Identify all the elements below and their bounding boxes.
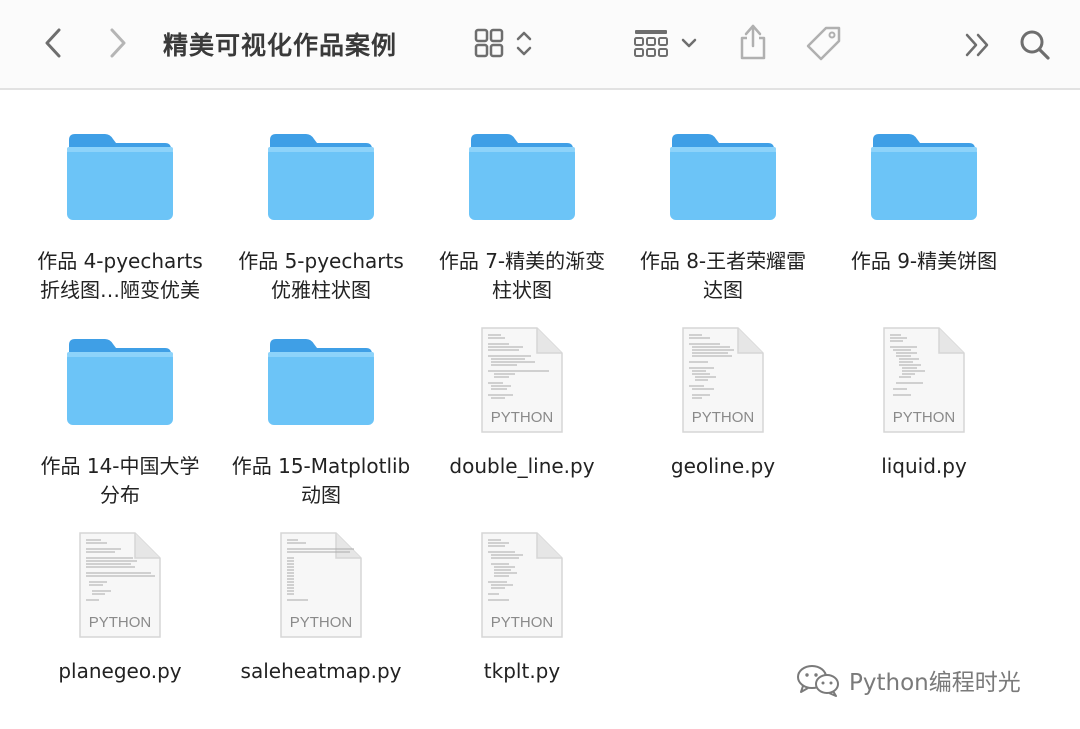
view-mode-button[interactable] xyxy=(472,26,538,62)
folder-item[interactable]: 作品 14-中国大学 分布 xyxy=(25,297,215,507)
window-title: 精美可视化作品案例 xyxy=(163,31,398,60)
forward-button[interactable] xyxy=(103,26,133,60)
item-label: 作品 9-精美饼图 xyxy=(850,249,998,273)
folder-icon xyxy=(268,134,374,220)
grid-view-icon xyxy=(474,28,532,58)
folder-item[interactable]: 作品 15-Matplotlib 动图 xyxy=(226,297,416,507)
folder-item[interactable]: 作品 9-精美饼图 xyxy=(829,92,1019,292)
folder-icon xyxy=(871,134,977,220)
finder-window: 精美可视化作品案例 作品 4-pyecharts 折线图…陋变优美 作品 5-p… xyxy=(0,0,1080,729)
python-file-icon: PYTHON xyxy=(479,530,565,640)
share-button[interactable] xyxy=(734,22,772,62)
item-label: saleheatmap.py xyxy=(240,659,402,683)
folder-icon xyxy=(268,339,374,425)
double-chevron-icon xyxy=(965,33,989,57)
back-button[interactable] xyxy=(38,26,68,60)
watermark-text: Python编程时光 xyxy=(849,670,1021,696)
item-label: double_line.py xyxy=(449,454,595,478)
toolbar: 精美可视化作品案例 xyxy=(0,0,1080,90)
python-badge: PYTHON xyxy=(892,409,956,426)
item-label: liquid.py xyxy=(881,454,967,478)
search-icon xyxy=(1020,30,1050,60)
python-badge: PYTHON xyxy=(490,409,554,426)
python-badge: PYTHON xyxy=(289,614,353,631)
folder-icon xyxy=(670,134,776,220)
chevron-right-icon xyxy=(110,28,126,58)
python-file-icon: PYTHON xyxy=(77,530,163,640)
group-by-button[interactable] xyxy=(632,26,702,62)
folder-icon xyxy=(67,134,173,220)
chevron-left-icon xyxy=(45,28,61,58)
python-badge: PYTHON xyxy=(691,409,755,426)
item-label: geoline.py xyxy=(670,454,776,478)
more-toolbar-button[interactable] xyxy=(962,30,994,60)
folder-icon xyxy=(469,134,575,220)
python-file-item[interactable]: PYTHON double_line.py xyxy=(427,297,617,497)
python-file-item[interactable]: PYTHON planegeo.py xyxy=(25,502,215,702)
folder-item[interactable]: 作品 8-王者荣耀雷 达图 xyxy=(628,92,818,302)
folder-icon xyxy=(67,339,173,425)
wechat-logo-icon xyxy=(797,665,839,697)
folder-item[interactable]: 作品 5-pyecharts 优雅柱状图 xyxy=(226,92,416,302)
python-file-item[interactable]: PYTHON liquid.py xyxy=(829,297,1019,497)
search-button[interactable] xyxy=(1016,26,1054,64)
python-file-item[interactable]: PYTHON geoline.py xyxy=(628,297,818,497)
tag-button[interactable] xyxy=(804,24,844,64)
python-badge: PYTHON xyxy=(490,614,554,631)
folder-item[interactable]: 作品 7-精美的渐变 柱状图 xyxy=(427,92,617,302)
python-file-icon: PYTHON xyxy=(881,325,967,435)
python-file-icon: PYTHON xyxy=(278,530,364,640)
folder-item[interactable]: 作品 4-pyecharts 折线图…陋变优美 xyxy=(25,92,215,302)
python-file-icon: PYTHON xyxy=(680,325,766,435)
python-file-icon: PYTHON xyxy=(479,325,565,435)
item-label: planegeo.py xyxy=(58,659,182,683)
share-icon xyxy=(740,24,766,60)
watermark: Python编程时光 xyxy=(795,663,1021,697)
item-label: tkplt.py xyxy=(483,659,561,683)
python-file-item[interactable]: PYTHON tkplt.py xyxy=(427,502,617,702)
file-grid: 作品 4-pyecharts 折线图…陋变优美 作品 5-pyecharts 优… xyxy=(0,92,1080,729)
python-badge: PYTHON xyxy=(88,614,152,631)
tag-icon xyxy=(806,26,841,61)
python-file-item[interactable]: PYTHON saleheatmap.py xyxy=(226,502,416,702)
group-by-icon xyxy=(634,30,697,57)
